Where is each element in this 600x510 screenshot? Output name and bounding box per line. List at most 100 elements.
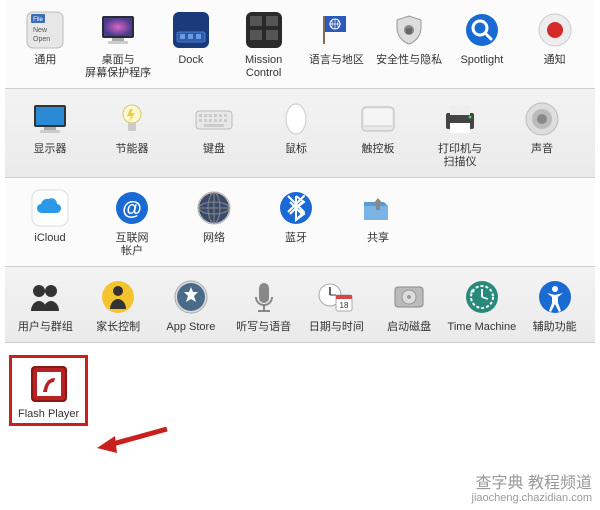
svg-text:Open: Open [33, 36, 50, 43]
pref-sharing[interactable]: 共享 [337, 188, 419, 258]
svg-text:File: File [34, 17, 44, 23]
icloud-icon [30, 188, 70, 228]
pref-parental-controls[interactable]: 家长控制 [82, 277, 155, 334]
displays-icon [30, 99, 70, 139]
flash-player-icon [29, 364, 69, 404]
pref-trackpad[interactable]: 触控板 [337, 99, 419, 169]
pref-label: 桌面与 屏幕保护程序 [85, 54, 151, 80]
pref-label: 声音 [531, 143, 553, 156]
pref-bluetooth[interactable]: 蓝牙 [255, 188, 337, 258]
pref-label: 用户与群组 [18, 321, 73, 334]
parental-controls-icon [98, 277, 138, 317]
time-machine-icon [462, 277, 502, 317]
pref-mouse[interactable]: 鼠标 [255, 99, 337, 169]
bluetooth-icon [276, 188, 316, 228]
mission-control-icon [244, 10, 284, 50]
pref-sound[interactable]: 声音 [501, 99, 583, 169]
sharing-icon [358, 188, 398, 228]
pref-label: 辅助功能 [533, 321, 577, 334]
pref-internet-accounts[interactable]: @ 互联网 帐户 [91, 188, 173, 258]
section-personal: File New Open 通用 桌面与 屏幕保护程序 Dock Mission C… [5, 0, 595, 89]
pref-startup-disk[interactable]: 启动磁盘 [373, 277, 446, 334]
trackpad-icon [358, 99, 398, 139]
notifications-icon [535, 10, 575, 50]
pref-label: 鼠标 [285, 143, 307, 156]
pref-security-privacy[interactable]: 安全性与隐私 [373, 10, 446, 80]
pref-dock[interactable]: Dock [155, 10, 228, 80]
pref-label: 启动磁盘 [387, 321, 431, 334]
section-hardware: 显示器 节能器 键盘 鼠标 触控板 [5, 89, 595, 178]
accessibility-icon [535, 277, 575, 317]
dictation-speech-icon [244, 277, 284, 317]
pref-mission-control[interactable]: Mission Control [227, 10, 300, 80]
pref-users-groups[interactable]: 用户与群组 [9, 277, 82, 334]
desktop-screensaver-icon [98, 10, 138, 50]
annotation-arrow [95, 421, 175, 461]
annotation-highlight: Flash Player [9, 355, 88, 426]
pref-label: 显示器 [34, 143, 67, 156]
pref-dictation-speech[interactable]: 听写与语音 [227, 277, 300, 334]
pref-label: 家长控制 [96, 321, 140, 334]
pref-language-region[interactable]: 语言与地区 [300, 10, 373, 80]
pref-label: 通用 [34, 54, 56, 67]
printers-scanners-icon [440, 99, 480, 139]
startup-disk-icon [389, 277, 429, 317]
pref-network[interactable]: 网络 [173, 188, 255, 258]
pref-keyboard[interactable]: 键盘 [173, 99, 255, 169]
pref-date-time[interactable]: 18 日期与时间 [300, 277, 373, 334]
dock-icon [171, 10, 211, 50]
date-time-icon: 18 [316, 277, 356, 317]
pref-label: 打印机与 扫描仪 [438, 143, 482, 169]
pref-label: 语言与地区 [309, 54, 364, 67]
internet-accounts-icon: @ [112, 188, 152, 228]
svg-text:18: 18 [340, 301, 349, 310]
pref-general[interactable]: File New Open 通用 [9, 10, 82, 80]
pref-label: 共享 [367, 232, 389, 245]
users-groups-icon [25, 277, 65, 317]
app-store-icon [171, 277, 211, 317]
pref-label: 通知 [544, 54, 566, 67]
pref-notifications[interactable]: 通知 [518, 10, 591, 80]
spotlight-icon [462, 10, 502, 50]
pref-displays[interactable]: 显示器 [9, 99, 91, 169]
pref-label: 节能器 [116, 143, 149, 156]
pref-label: 日期与时间 [309, 321, 364, 334]
section-thirdparty: Flash Player [5, 343, 595, 426]
pref-label: iCloud [34, 232, 65, 245]
sound-icon [522, 99, 562, 139]
section-internet: iCloud @ 互联网 帐户 网络 蓝牙 共享 [5, 178, 595, 267]
language-region-icon [316, 10, 356, 50]
pref-icloud[interactable]: iCloud [9, 188, 91, 258]
mouse-icon [276, 99, 316, 139]
pref-flash-player[interactable]: Flash Player [18, 364, 79, 421]
system-preferences-panel: File New Open 通用 桌面与 屏幕保护程序 Dock Mission C… [5, 0, 595, 426]
pref-label: 安全性与隐私 [376, 54, 442, 67]
pref-app-store[interactable]: App Store [155, 277, 228, 334]
pref-desktop-screensaver[interactable]: 桌面与 屏幕保护程序 [82, 10, 155, 80]
pref-label: App Store [166, 321, 215, 334]
keyboard-icon [194, 99, 234, 139]
pref-label: 听写与语音 [236, 321, 291, 334]
general-icon: File New Open [25, 10, 65, 50]
pref-accessibility[interactable]: 辅助功能 [518, 277, 591, 334]
pref-label: 网络 [203, 232, 225, 245]
pref-label: 触控板 [362, 143, 395, 156]
pref-label: 键盘 [203, 143, 225, 156]
watermark: 查字典 教程频道 jiaocheng.chazidian.com [472, 476, 592, 506]
svg-text:New: New [33, 27, 48, 34]
pref-label: Mission Control [245, 54, 282, 80]
energy-saver-icon [112, 99, 152, 139]
pref-label: 互联网 帐户 [116, 232, 149, 258]
pref-spotlight[interactable]: Spotlight [446, 10, 519, 80]
security-privacy-icon [389, 10, 429, 50]
pref-label: Flash Player [18, 408, 79, 421]
pref-time-machine[interactable]: Time Machine [446, 277, 519, 334]
pref-printers-scanners[interactable]: 打印机与 扫描仪 [419, 99, 501, 169]
pref-energy-saver[interactable]: 节能器 [91, 99, 173, 169]
svg-text:@: @ [122, 198, 142, 220]
network-icon [194, 188, 234, 228]
pref-label: Time Machine [448, 321, 517, 334]
pref-label: 蓝牙 [285, 232, 307, 245]
pref-label: Spotlight [460, 54, 503, 67]
pref-label: Dock [178, 54, 203, 67]
